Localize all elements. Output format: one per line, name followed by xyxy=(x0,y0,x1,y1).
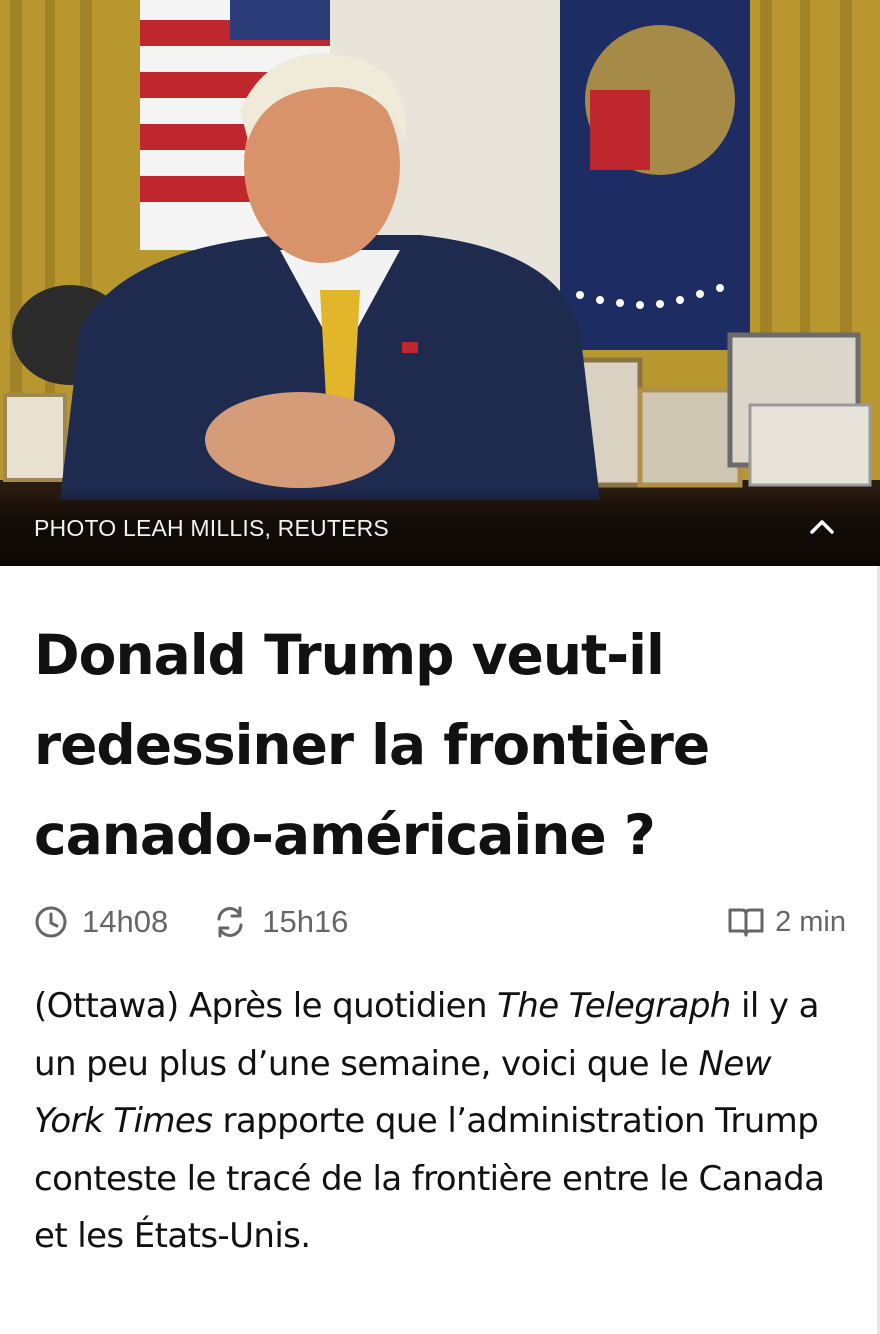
photo-image xyxy=(0,0,880,566)
lead-source-telegraph: The Telegraph xyxy=(497,986,731,1026)
updated-time: 15h16 xyxy=(212,904,348,940)
article: Donald Trump veut-il redessiner la front… xyxy=(0,610,880,1266)
refresh-icon xyxy=(217,906,243,938)
article-lead: (Ottawa) Après le quotidien The Telegrap… xyxy=(34,978,846,1266)
lead-prefix: (Ottawa) Après le quotidien xyxy=(34,986,498,1026)
published-time-label: 14h08 xyxy=(82,904,169,939)
photo-credit: PHOTO LEAH MILLIS, REUTERS xyxy=(34,515,389,541)
reading-time: 2 min xyxy=(727,906,846,939)
reading-time-label: 2 min xyxy=(775,905,846,938)
published-time: 14h08 xyxy=(34,904,168,940)
article-meta: 14h08 15h16 2 min xyxy=(34,902,846,942)
clock-icon xyxy=(35,906,67,938)
article-headline: Donald Trump veut-il redessiner la front… xyxy=(34,623,710,867)
hero-photo[interactable]: PHOTO LEAH MILLIS, REUTERS xyxy=(0,0,880,566)
chevron-up-icon[interactable] xyxy=(808,516,836,536)
updated-time-label: 15h16 xyxy=(262,904,349,939)
book-icon xyxy=(728,908,764,937)
